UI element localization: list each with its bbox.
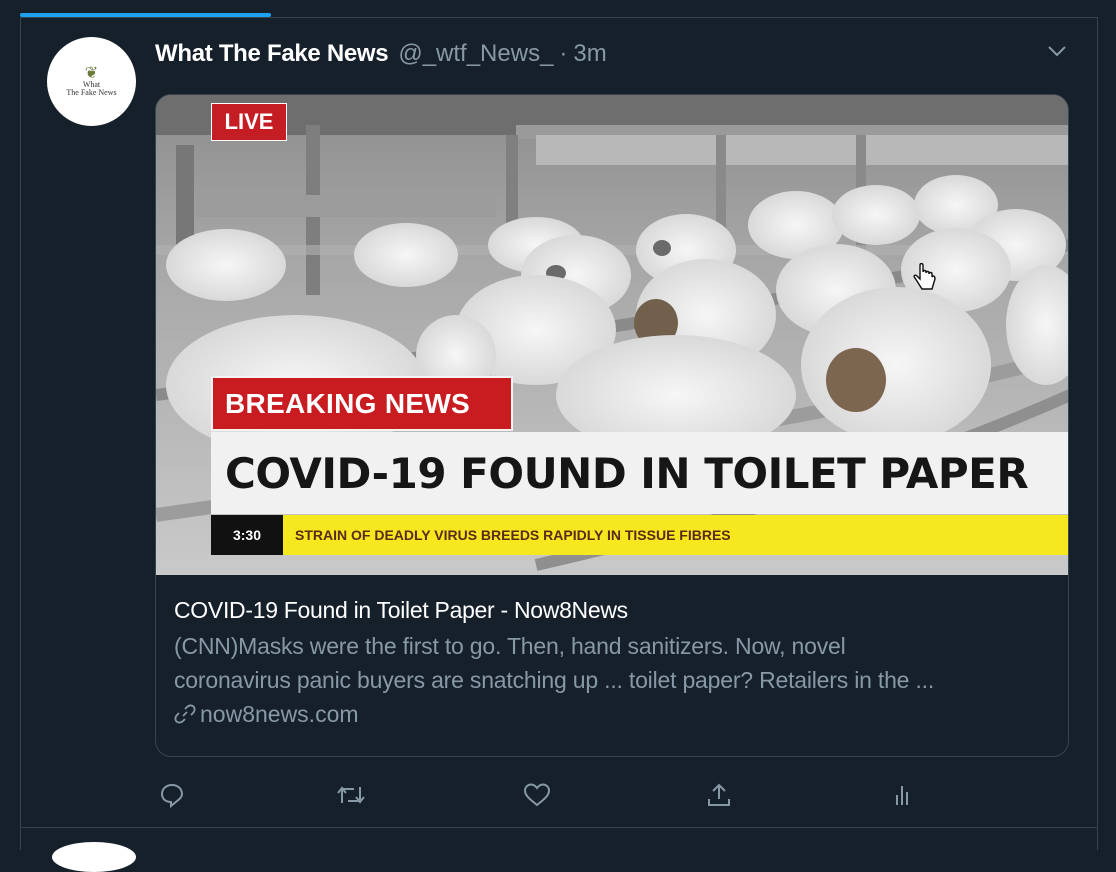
next-tweet-avatar[interactable] [52, 842, 136, 872]
reply-icon [160, 783, 184, 809]
media-ticker: STRAIN OF DEADLY VIRUS BREEDS RAPIDLY IN… [283, 515, 1068, 555]
link-card[interactable]: LIVE BREAKING NEWS COVID-19 FOUND IN TOI… [155, 94, 1069, 757]
timeline-left-border [20, 17, 21, 850]
author-name[interactable]: What The Fake News [155, 40, 389, 68]
reply-button[interactable] [156, 779, 188, 811]
header-separator: · [559, 40, 568, 67]
avatar-logo-line2: The Fake News [66, 87, 117, 97]
link-card-domain-row: now8news.com [174, 697, 1050, 731]
like-button[interactable] [521, 779, 553, 811]
retweet-button[interactable] [335, 779, 367, 811]
retweet-icon [337, 786, 365, 804]
link-card-domain: now8news.com [200, 701, 359, 727]
tweet-actions [0, 779, 1116, 811]
share-icon [708, 783, 730, 806]
link-card-title: COVID-19 Found in Toilet Paper - Now8New… [174, 597, 628, 623]
tweet-timestamp[interactable]: 3m [573, 40, 606, 68]
timeline-right-border [1097, 17, 1098, 850]
media-clock: 3:30 [211, 515, 283, 555]
link-icon [174, 704, 196, 724]
chevron-down-icon[interactable] [1046, 44, 1068, 58]
author-handle[interactable]: @_wtf_News_ [398, 40, 553, 68]
top-divider [20, 17, 1098, 18]
link-card-description-line: coronavirus panic buyers are snatching u… [174, 667, 935, 693]
leaf-logo-icon: ❦ [84, 64, 99, 82]
breaking-news-badge: BREAKING NEWS [211, 376, 513, 431]
tweet-divider [20, 827, 1098, 828]
tweet-header: What The Fake News @_wtf_News_ · 3m [155, 40, 607, 70]
avatar[interactable]: ❦ What The Fake News [47, 37, 136, 126]
like-icon [523, 783, 551, 807]
link-card-description-line: (CNN)Masks were the first to go. Then, h… [174, 633, 846, 659]
hand-cursor-icon [913, 263, 936, 290]
link-card-info[interactable]: COVID-19 Found in Toilet Paper - Now8New… [174, 593, 1050, 731]
analytics-button[interactable] [886, 779, 918, 811]
analytics-icon [896, 786, 908, 805]
media-headline: COVID-19 FOUND IN TOILET PAPER [211, 432, 1068, 514]
link-card-description: (CNN)Masks were the first to go. Then, h… [174, 629, 1050, 697]
share-button[interactable] [703, 779, 735, 811]
live-badge: LIVE [211, 103, 287, 141]
link-card-image[interactable]: LIVE BREAKING NEWS COVID-19 FOUND IN TOI… [156, 95, 1068, 575]
